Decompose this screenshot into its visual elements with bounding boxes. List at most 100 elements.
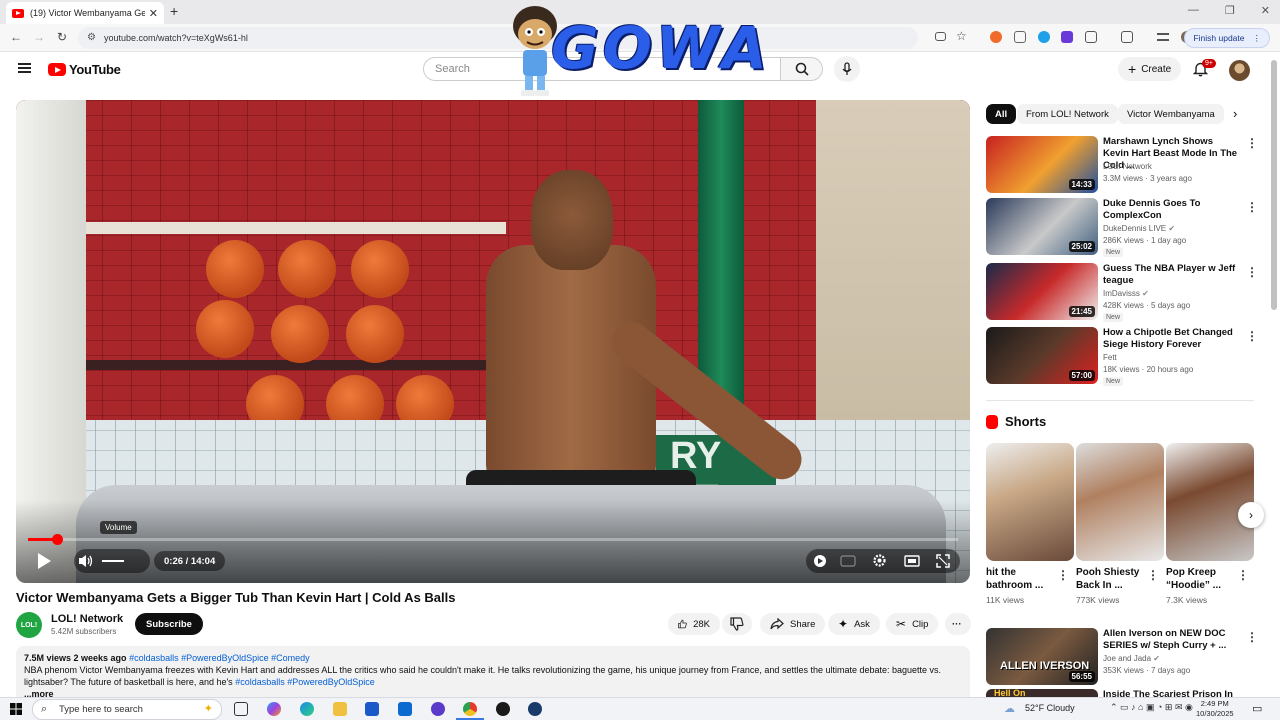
fullscreen-icon[interactable]: [936, 554, 950, 568]
bookmark-star-icon[interactable]: ☆: [956, 29, 967, 43]
chip-all[interactable]: All: [986, 104, 1017, 124]
recommended-video[interactable]: 57:00 How a Chipotle Bet Changed Siege H…: [986, 327, 1258, 386]
discord-icon[interactable]: [431, 702, 445, 716]
channel-name[interactable]: ImDavisss ✔: [1103, 289, 1149, 298]
taskbar-search-input[interactable]: ⌕ Type here to search ✦: [32, 699, 222, 720]
more-vert-icon[interactable]: ⋮: [1246, 136, 1258, 150]
video-thumbnail[interactable]: Hell On: [986, 689, 1098, 697]
finish-update-button[interactable]: Finish update ⋮: [1184, 28, 1270, 48]
channel-name[interactable]: Fett: [1103, 353, 1117, 362]
recommended-video[interactable]: 14:33 Marshawn Lynch Shows Kevin Hart Be…: [986, 136, 1258, 194]
store-icon[interactable]: [365, 702, 379, 716]
volume-icon[interactable]: [78, 554, 94, 568]
video-title-link[interactable]: How a Chipotle Bet Changed Siege History…: [1103, 327, 1238, 351]
browser-tab[interactable]: (19) Victor Wembanyama Gets a Bigger Tu …: [6, 2, 164, 24]
media-controls-icon[interactable]: [1157, 33, 1169, 41]
video-player[interactable]: RY ST Volume 0:26 / 14:04: [16, 100, 970, 583]
weather-text[interactable]: 52°F Cloudy: [1025, 703, 1075, 713]
hashtag-link[interactable]: #coldasballs: [235, 677, 285, 687]
video-title-link[interactable]: Duke Dennis Goes To ComplexCon: [1103, 198, 1238, 222]
short-title[interactable]: Pop Kreep “Hoodie” ...: [1166, 566, 1236, 592]
more-vert-icon[interactable]: ⋮: [1246, 630, 1258, 644]
clip-button[interactable]: ✂ Clip: [886, 613, 939, 635]
channel-avatar[interactable]: LOL!: [16, 612, 42, 638]
search-button[interactable]: [781, 57, 823, 81]
close-tab-icon[interactable]: ✕: [149, 7, 158, 20]
youtube-logo[interactable]: YouTube: [48, 62, 121, 77]
description-tags[interactable]: #coldasballs #PoweredByOldSpice #Comedy: [129, 653, 310, 663]
restore-icon[interactable]: ❐: [1225, 4, 1235, 17]
voice-search-button[interactable]: [834, 56, 860, 82]
windows-start-icon[interactable]: [10, 703, 22, 715]
channel-name[interactable]: Joe and Jada ✔: [1103, 654, 1160, 663]
channel-name[interactable]: LOL! Network: [1103, 162, 1152, 171]
recommended-video[interactable]: 21:45 Guess The NBA Player w Jeff teague…: [986, 263, 1258, 322]
hashtag-link[interactable]: #PoweredByOldSpice: [287, 677, 375, 687]
short-thumbnail[interactable]: [1076, 443, 1164, 561]
more-vert-icon[interactable]: ⋮: [1246, 200, 1258, 214]
clock[interactable]: 2:49 PM 10/30/2025: [1196, 699, 1234, 719]
file-explorer-icon[interactable]: [333, 702, 347, 716]
shorts-next-button[interactable]: ›: [1238, 502, 1264, 528]
system-tray-icons[interactable]: ⌃ ▭ ♪ ⌂ ▣ ◔ ⊞ ✉ ◉: [1110, 702, 1193, 713]
like-button[interactable]: 28K: [668, 613, 720, 635]
app-icon[interactable]: [496, 702, 510, 716]
split-view-icon[interactable]: [1121, 31, 1133, 43]
theater-mode-icon[interactable]: [904, 555, 920, 567]
site-info-icon[interactable]: ⚙: [87, 32, 96, 43]
extensions-puzzle-icon[interactable]: [1085, 31, 1097, 43]
chrome-icon[interactable]: [463, 702, 477, 716]
progress-scrubber[interactable]: [51, 534, 63, 545]
video-thumbnail[interactable]: 14:33: [986, 136, 1098, 193]
video-thumbnail[interactable]: 57:00: [986, 327, 1098, 384]
play-icon[interactable]: [36, 552, 52, 570]
ask-button[interactable]: ✦ Ask: [828, 613, 880, 635]
recommended-video[interactable]: 25:02 Duke Dennis Goes To ComplexCon Duk…: [986, 198, 1258, 257]
close-window-icon[interactable]: ✕: [1261, 4, 1270, 17]
page-scrollbar[interactable]: [1271, 60, 1277, 310]
menu-icon[interactable]: [18, 63, 31, 73]
short-title[interactable]: Pooh Shiesty Back In ...: [1076, 566, 1146, 592]
video-title-link[interactable]: Inside The Scariest Prison In ...: [1103, 689, 1238, 697]
more-vert-icon[interactable]: ⋮: [1237, 568, 1249, 582]
account-avatar[interactable]: [1229, 60, 1250, 81]
steam-icon[interactable]: [528, 702, 542, 716]
captions-icon[interactable]: [840, 555, 856, 567]
create-button[interactable]: + Create: [1118, 57, 1182, 81]
copilot-icon[interactable]: [267, 702, 281, 716]
extension-icon[interactable]: [990, 31, 1002, 43]
extension-icon[interactable]: [1061, 31, 1073, 43]
minimize-icon[interactable]: —: [1188, 4, 1199, 17]
subscribe-button[interactable]: Subscribe: [135, 613, 203, 635]
recommended-video[interactable]: Hell On Inside The Scariest Prison In ..…: [986, 689, 1256, 697]
more-actions-button[interactable]: ···: [945, 613, 971, 635]
extension-icon[interactable]: [1038, 31, 1050, 43]
edge-icon[interactable]: [300, 702, 314, 716]
autoplay-toggle-icon[interactable]: [813, 554, 827, 568]
video-thumbnail[interactable]: 25:02: [986, 198, 1098, 255]
short-title[interactable]: hit the bathroom ...: [986, 566, 1056, 592]
share-button[interactable]: Share: [760, 613, 826, 635]
dislike-button[interactable]: [722, 613, 752, 635]
chip-from-channel[interactable]: From LOL! Network: [1017, 104, 1118, 124]
video-title-link[interactable]: Allen Iverson on NEW DOC SERIES w/ Steph…: [1103, 628, 1238, 652]
extension-icon[interactable]: [1014, 31, 1026, 43]
address-bar[interactable]: ⚙ youtube.com/watch?v=teXgWs61-hl: [78, 27, 918, 49]
new-tab-button[interactable]: +: [170, 3, 178, 19]
channel-name[interactable]: DukeDennis LIVE ✔: [1103, 224, 1175, 233]
notification-center-icon[interactable]: ▭: [1252, 702, 1262, 715]
short-thumbnail[interactable]: [986, 443, 1074, 561]
more-vert-icon[interactable]: ⋮: [1147, 568, 1159, 582]
short-thumbnail[interactable]: [1166, 443, 1254, 561]
install-app-icon[interactable]: [935, 32, 946, 41]
reload-icon[interactable]: ↻: [57, 30, 67, 44]
volume-slider[interactable]: [102, 560, 124, 562]
chip-topic[interactable]: Victor Wembanyama: [1118, 104, 1224, 124]
video-thumbnail[interactable]: ALLEN IVERSON 56:55: [986, 628, 1098, 685]
back-icon[interactable]: ←: [10, 30, 22, 44]
channel-name[interactable]: LOL! Network: [51, 613, 123, 625]
chevron-right-icon[interactable]: ›: [1233, 106, 1237, 121]
forward-icon[interactable]: →: [33, 30, 45, 44]
more-vert-icon[interactable]: ⋮: [1057, 568, 1069, 582]
settings-gear-icon[interactable]: [872, 553, 887, 568]
